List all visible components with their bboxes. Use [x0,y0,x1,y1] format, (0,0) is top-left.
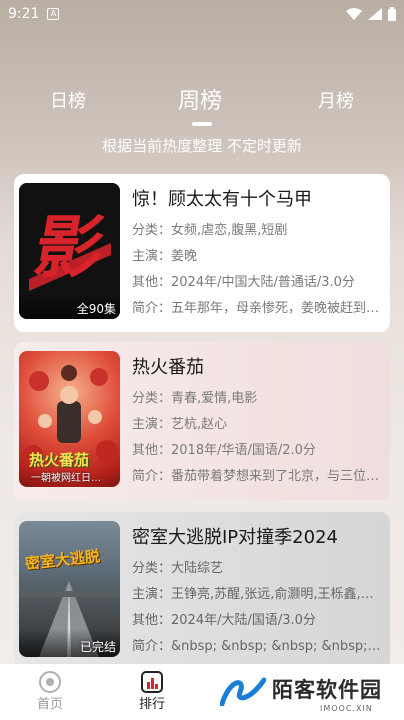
signal-icon [368,8,382,20]
card-intro: 简介：五年那年，母亲惨死，姜晚被赶到… [132,301,380,316]
poster-tagline: 一朝被网红日… [31,473,101,484]
battery-icon [388,7,396,21]
nav-home[interactable]: 首页 [30,670,70,714]
ranking-tabs: 日榜 周榜 月榜 [0,82,404,122]
wifi-icon [346,8,362,20]
poster-image: 密室大逃脱 已完结 [19,521,120,657]
ranking-subtitle: 根据当前热度整理 不定时更新 [102,137,302,155]
status-icons [346,7,396,21]
card-title[interactable]: 密室大逃脱IP对撞季2024 [132,520,382,556]
card-other: 其他：2018年/华语/国语/2.0分 [132,443,316,458]
status-badge: 已完结 [79,640,116,654]
card-intro: 简介：番茄带着梦想来到了北京，与三位… [132,469,380,484]
poster-title: 热火番茄 [29,451,90,469]
card-info: 热火番茄 分类：青春,爱情,电影 主演：艺杭,赵心 其他：2018年/华语/国语… [132,350,382,490]
tab-month[interactable]: 月榜 [318,82,354,122]
card-info: 惊！顾太太有十个马甲 分类：女频,虐恋,腹黑,短剧 主演：姜晚 其他：2024年… [132,182,382,322]
status-bar: 9:21 A [0,0,404,28]
poster-image: 热火番茄 一朝被网红日… [19,351,120,487]
tab-week[interactable]: 周榜 [178,82,222,122]
card-cast: 主演：王铮亮,苏醒,张远,俞灏明,王栎鑫,… [132,587,374,602]
watermark-name: 陌客软件园 [272,678,382,702]
status-time: 9:21 [8,6,40,22]
card-other: 其他：2024年/大陆/国语/3.0分 [132,613,316,628]
watermark: 陌客软件园 IMOOC.XIN [214,668,400,720]
card-other: 其他：2024年/中国大陆/普通话/3.0分 [132,275,355,290]
rank-icon [141,671,163,693]
tab-day[interactable]: 日榜 [50,82,86,122]
poster-image: 影 全90集 [19,183,120,319]
nav-rank-label: 排行 [138,697,165,712]
card-intro: 简介：&nbsp; &nbsp; &nbsp; &nbsp; 《密… [132,639,382,654]
tab-indicator [192,122,212,126]
episode-badge: 全90集 [76,302,116,316]
card-title[interactable]: 惊！顾太太有十个马甲 [132,182,382,218]
notification-icon: A [47,8,60,20]
card-cast: 主演：姜晚 [132,249,198,264]
nav-home-label: 首页 [36,697,63,712]
watermark-sub: IMOOC.XIN [320,704,373,713]
card-genre: 分类：大陆综艺 [132,561,224,576]
drama-card[interactable]: 热火番茄 一朝被网红日… 热火番茄 分类：青春,爱情,电影 主演：艺杭,赵心 其… [14,342,390,500]
card-cast: 主演：艺杭,赵心 [132,417,228,432]
drama-card[interactable]: 密室大逃脱 已完结 密室大逃脱IP对撞季2024 分类：大陆综艺 主演：王铮亮,… [14,512,390,670]
nav-rank[interactable]: 排行 [132,670,172,714]
card-genre: 分类：女频,虐恋,腹黑,短剧 [132,223,288,238]
watermark-logo-icon [220,677,266,706]
drama-card[interactable]: 影 全90集 惊！顾太太有十个马甲 分类：女频,虐恋,腹黑,短剧 主演：姜晚 其… [14,174,390,332]
home-icon [39,671,61,693]
card-genre: 分类：青春,爱情,电影 [132,391,258,406]
card-info: 密室大逃脱IP对撞季2024 分类：大陆综艺 主演：王铮亮,苏醒,张远,俞灏明,… [132,520,382,660]
card-title[interactable]: 热火番茄 [132,350,382,386]
